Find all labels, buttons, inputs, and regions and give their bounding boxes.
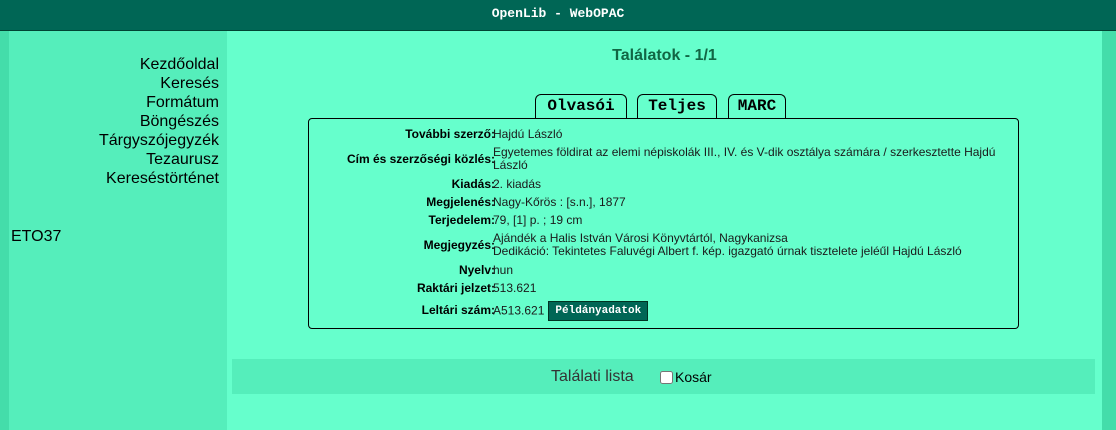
record-label: Megjelenés: [426, 195, 495, 209]
note-line-2: Dedikáció: Tekintetes Faluvégi Albert f.… [493, 244, 962, 258]
record-label: Kiadás: [451, 177, 495, 191]
peldanyadatok-button[interactable]: Példányadatok [548, 301, 649, 321]
record-label: Cím és szerzőségi közlés: [346, 152, 495, 166]
tab-marc[interactable]: MARC [728, 94, 786, 119]
tab-olvasoi[interactable]: Olvasói [535, 94, 627, 119]
record-details: További szerző: Hajdú László Cím és szer… [308, 118, 1019, 329]
results-list-link[interactable]: Találati lista [551, 368, 634, 386]
record-value: A513.621 Példányadatok [493, 301, 1013, 321]
sidebar-item-targyszojegyzek[interactable]: Tárgyszójegyzék [99, 131, 219, 150]
record-value: Ajándék a Halis István Városi Könyvtártó… [493, 232, 1013, 258]
results-footer-bar: Találati lista Kosár [232, 359, 1095, 394]
record-value: 513.621 [493, 281, 537, 295]
sidebar-item-kezdooldal[interactable]: Kezdőoldal [99, 55, 219, 74]
eto-label: ETO37 [11, 228, 62, 245]
tab-teljes[interactable]: Teljes [637, 94, 717, 120]
record-label: Nyelv: [458, 263, 495, 277]
record-value: Nagy-Kőrös : [s.n.], 1877 [493, 195, 626, 209]
record-value: hun [493, 263, 514, 277]
record-value: 2. kiadás [493, 177, 542, 191]
sidebar-item-formatum[interactable]: Formátum [99, 93, 219, 112]
record-value: Hajdú László [493, 127, 563, 141]
results-title: Találatok - 1/1 [612, 47, 717, 64]
record-label: Raktári jelzet: [416, 281, 495, 295]
sidebar-item-tezaurusz[interactable]: Tezaurusz [99, 150, 219, 169]
app-title: OpenLib - WebOPAC [491, 6, 625, 21]
basket-toggle[interactable]: Kosár [660, 369, 712, 385]
right-edge-strip [1102, 31, 1116, 430]
record-label: Megjegyzés: [423, 238, 495, 252]
sidebar-item-kereses[interactable]: Keresés [99, 74, 219, 93]
sidebar-item-bongeszes[interactable]: Böngészés [99, 112, 219, 131]
basket-label: Kosár [675, 369, 712, 385]
sidebar-nav: Kezdőoldal Keresés Formátum Böngészés Tá… [99, 55, 219, 188]
record-label: Terjedelem: [428, 213, 495, 227]
sidebar: Kezdőoldal Keresés Formátum Böngészés Tá… [9, 31, 227, 430]
record-label: Leltári szám: [421, 303, 495, 317]
app-title-bar: OpenLib - WebOPAC [0, 0, 1116, 31]
basket-checkbox[interactable] [660, 371, 673, 384]
record-value: Egyetemes földirat az elemi népiskolák I… [493, 145, 996, 172]
leltari-value: A513.621 [493, 303, 545, 318]
record-label: További szerző: [405, 127, 495, 141]
record-value: 79, [1] p. ; 19 cm [493, 213, 583, 227]
sidebar-item-keresestortenet[interactable]: Keresés­történet [99, 169, 219, 188]
left-edge-strip [0, 31, 9, 430]
